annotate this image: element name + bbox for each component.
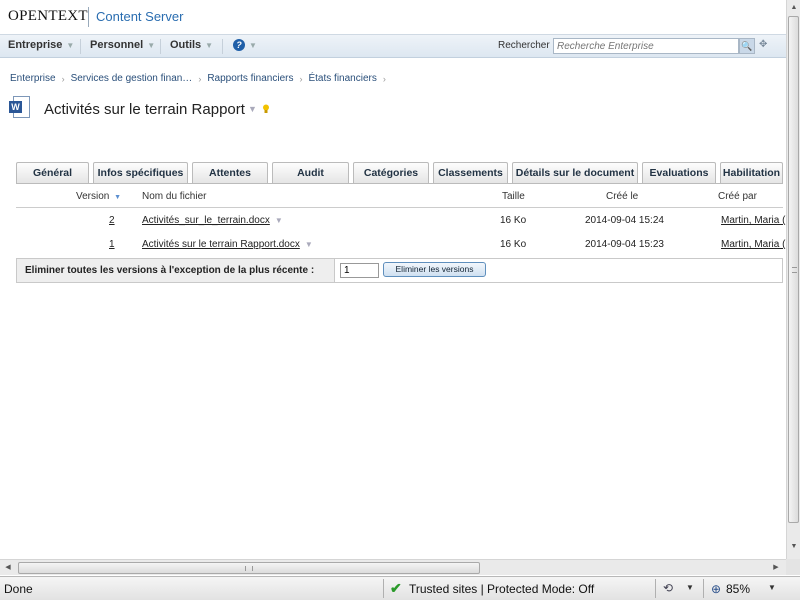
lightbulb-icon[interactable]	[262, 104, 270, 114]
grip-icon	[245, 566, 253, 571]
sort-descending-icon: ▼	[114, 194, 122, 201]
search-input[interactable]	[553, 38, 739, 54]
browser-status-bar: Done ✔ Trusted sites | Protected Mode: O…	[0, 576, 800, 600]
tab-habilitation[interactable]: Habilitation	[720, 162, 783, 184]
popup-settings-icon[interactable]: ⟲	[663, 581, 679, 595]
breadcrumb: Enterprise › Services de gestion finan… …	[10, 73, 386, 84]
status-divider	[383, 579, 384, 598]
horizontal-scrollbar[interactable]: ◀ ▶	[0, 559, 786, 575]
created-cell: 2014-09-04 15:23	[585, 239, 664, 250]
tab-categories[interactable]: Catégories	[353, 162, 429, 184]
chevron-down-icon[interactable]: ▼	[768, 583, 776, 592]
column-header-created[interactable]: Créé le	[606, 191, 638, 202]
zoom-icon[interactable]: ⊕	[711, 582, 721, 596]
scroll-up-icon[interactable]: ▲	[788, 1, 800, 15]
breadcrumb-item[interactable]: Services de gestion finan…	[71, 73, 193, 84]
menu-entreprise[interactable]: Entreprise ▼	[8, 39, 74, 51]
chevron-right-icon: ›	[61, 73, 65, 84]
zoom-level[interactable]: 85%	[726, 582, 750, 596]
scroll-right-icon[interactable]: ▶	[770, 562, 782, 574]
vertical-scrollbar[interactable]: ▲ ▼	[786, 0, 800, 560]
menu-divider	[160, 39, 161, 54]
chevron-down-icon: ▼	[249, 40, 257, 50]
help-icon: ?	[233, 39, 245, 51]
purge-versions-button[interactable]: Eliminer les versions	[383, 262, 486, 277]
menu-personnel[interactable]: Personnel ▼	[90, 39, 155, 51]
size-cell: 16 Ko	[500, 215, 527, 226]
filename-link[interactable]: Activités_sur_le_terrain.docx	[142, 215, 270, 226]
app-header: OPENTEXT Content Server	[0, 0, 786, 35]
global-menu-bar: Entreprise ▼ Personnel ▼ Outils ▼ ? ▼ Re…	[0, 35, 786, 58]
tab-evaluations[interactable]: Evaluations	[642, 162, 716, 184]
chevron-down-icon[interactable]: ▼	[305, 240, 313, 249]
version-link[interactable]: 1	[109, 239, 115, 250]
filename-link[interactable]: Activités sur le terrain Rapport.docx	[142, 239, 300, 250]
chevron-down-icon: ▼	[147, 40, 156, 50]
column-header-version-label: Version	[76, 191, 110, 202]
menu-outils-label: Outils	[170, 39, 202, 51]
version-link[interactable]: 2	[109, 215, 115, 226]
versions-table-header: Version ▼ Nom du fichier Taille Créé le …	[16, 184, 783, 208]
tab-attentes[interactable]: Attentes	[192, 162, 268, 184]
scroll-down-icon[interactable]: ▼	[788, 540, 800, 554]
chevron-down-icon: ▼	[205, 40, 214, 50]
menu-personnel-label: Personnel	[90, 39, 144, 51]
grip-icon	[792, 267, 797, 273]
tab-general[interactable]: Général	[16, 162, 89, 184]
horizontal-scroll-thumb[interactable]	[18, 562, 480, 574]
tab-infos-specifiques[interactable]: Infos spécifiques	[93, 162, 188, 184]
search-label: Rechercher	[498, 40, 550, 51]
created-by-link[interactable]: Martin, Maria (	[721, 215, 785, 226]
vertical-scroll-thumb[interactable]	[788, 16, 799, 523]
column-header-version[interactable]: Version ▼	[76, 191, 121, 202]
purge-versions-bar: Eliminer toutes les versions à l'excepti…	[16, 258, 783, 283]
versions-to-keep-input[interactable]	[340, 263, 379, 278]
logo-divider	[88, 7, 89, 27]
chevron-right-icon: ›	[382, 73, 386, 84]
breadcrumb-item[interactable]: États financiers	[308, 73, 376, 84]
status-divider	[703, 579, 704, 598]
filename-cell: Activités_sur_le_terrain.docx ▼	[142, 215, 283, 226]
size-cell: 16 Ko	[500, 239, 527, 250]
security-zone-text[interactable]: Trusted sites | Protected Mode: Off	[409, 582, 594, 596]
column-header-created-by[interactable]: Créé par	[718, 191, 757, 202]
status-text: Done	[4, 582, 33, 596]
status-divider	[655, 579, 656, 598]
created-cell: 2014-09-04 15:24	[585, 215, 664, 226]
created-by-link[interactable]: Martin, Maria (	[721, 239, 785, 250]
chevron-right-icon: ›	[299, 73, 303, 84]
chevron-down-icon[interactable]: ▼	[275, 216, 283, 225]
purge-label: Eliminer toutes les versions à l'excepti…	[17, 259, 335, 282]
product-name[interactable]: Content Server	[96, 9, 183, 24]
filename-cell: Activités sur le terrain Rapport.docx ▼	[142, 239, 313, 250]
tab-classements[interactable]: Classements	[433, 162, 508, 184]
menu-divider	[222, 39, 223, 54]
breadcrumb-item[interactable]: Rapports financiers	[207, 73, 293, 84]
table-row: 1 Activités sur le terrain Rapport.docx ▼…	[16, 233, 785, 257]
checkmark-icon: ✔	[390, 580, 402, 596]
chevron-down-icon: ▼	[66, 40, 75, 50]
table-row: 2 Activités_sur_le_terrain.docx ▼ 16 Ko 2…	[16, 209, 785, 233]
chevron-down-icon[interactable]: ▼	[686, 583, 694, 592]
opentext-logo[interactable]: OPENTEXT	[8, 8, 88, 25]
column-header-filename[interactable]: Nom du fichier	[142, 191, 206, 202]
breadcrumb-item[interactable]: Enterprise	[10, 73, 56, 84]
menu-divider	[80, 39, 81, 54]
chevron-down-icon[interactable]: ▼	[248, 104, 257, 114]
menu-outils[interactable]: Outils ▼	[170, 39, 213, 51]
scrollbar-corner	[786, 559, 800, 575]
word-badge: W	[9, 101, 22, 113]
browser-window: OPENTEXT Content Server Entreprise ▼ Per…	[0, 0, 800, 600]
tab-audit[interactable]: Audit	[272, 162, 349, 184]
search-options-icon[interactable]: ✥	[759, 39, 767, 50]
word-document-icon: W	[9, 96, 31, 120]
menu-help[interactable]: ? ▼	[233, 39, 257, 51]
menu-entreprise-label: Entreprise	[8, 39, 63, 51]
page-title: Activités sur le terrain Rapport	[44, 101, 245, 118]
scroll-left-icon[interactable]: ◀	[2, 562, 14, 574]
column-header-size[interactable]: Taille	[502, 191, 525, 202]
chevron-right-icon: ›	[198, 73, 202, 84]
tab-details-document[interactable]: Détails sur le document	[512, 162, 638, 184]
search-icon[interactable]: 🔍	[739, 38, 755, 54]
